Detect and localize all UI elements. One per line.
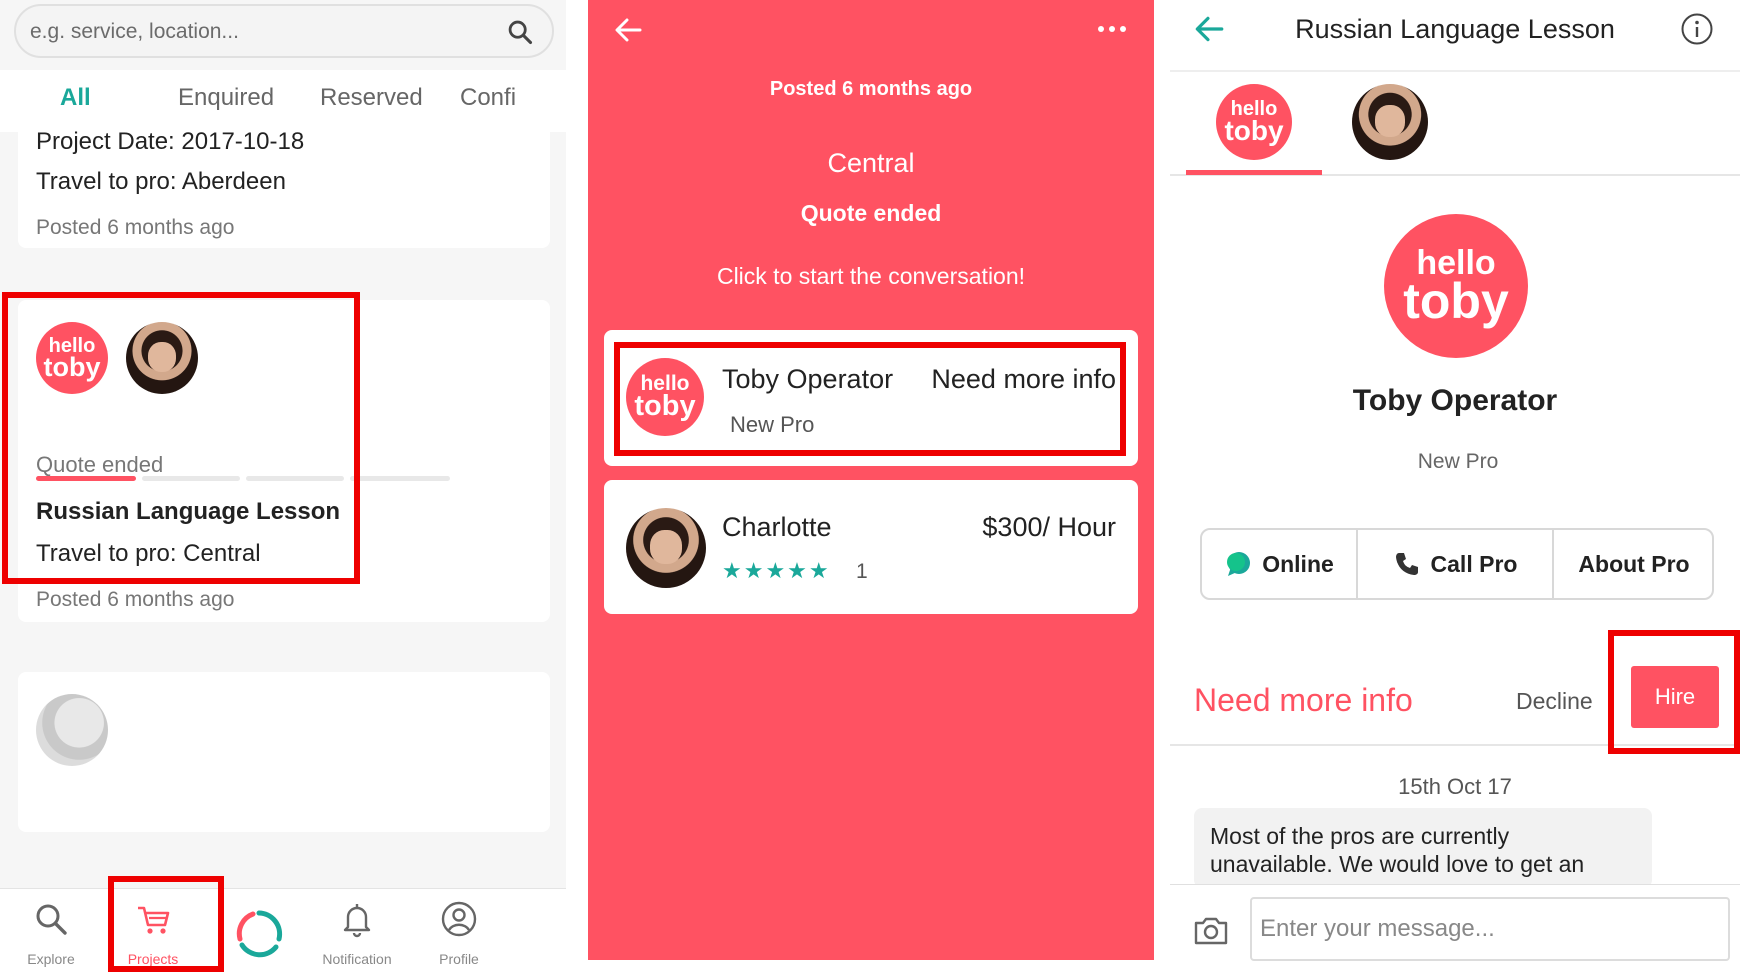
pro-name: Charlotte — [722, 512, 832, 542]
message-input[interactable] — [1250, 897, 1730, 961]
nav-label: Profile — [439, 951, 479, 967]
search-icon[interactable] — [506, 18, 534, 46]
project-date: Project Date: 2017-10-18 — [36, 128, 305, 155]
highlight-box — [108, 876, 224, 972]
more-options-icon[interactable] — [1096, 18, 1128, 40]
pro-subtitle: New Pro — [1417, 450, 1499, 473]
quote-status: Quote ended — [800, 200, 942, 226]
active-tab-indicator — [1186, 170, 1322, 175]
tab-reserved[interactable]: Reserved — [320, 84, 423, 112]
message-date: 15th Oct 17 — [1398, 774, 1512, 799]
project-card-aberdeen[interactable]: Project Date: 2017-10-18 Travel to pro: … — [18, 122, 550, 248]
tab-all[interactable]: All — [60, 84, 91, 112]
tab-enquired[interactable]: Enquired — [178, 84, 274, 112]
chat-bubble-icon — [1227, 552, 1251, 576]
profile-icon — [441, 901, 477, 937]
nav-profile[interactable]: Profile — [409, 889, 509, 980]
logo-text-toby: toby — [1403, 272, 1509, 329]
project-detail-panel: Posted 6 months ago Central Quote ended … — [588, 0, 1154, 960]
project-location: Central — [827, 148, 915, 178]
call-pro-button[interactable]: Call Pro — [1358, 530, 1554, 598]
pro-rate: $300/ Hour — [982, 512, 1116, 542]
progress-segment-4 — [350, 476, 450, 481]
nav-notification[interactable]: Notification — [307, 889, 407, 980]
online-button[interactable]: Online — [1202, 530, 1358, 598]
search-bar[interactable] — [14, 4, 554, 58]
call-pro-label: Call Pro — [1430, 550, 1518, 577]
nav-label: Explore — [27, 951, 75, 967]
conversation-prompt: Click to start the conversation! — [716, 263, 1026, 289]
message-composer — [1170, 884, 1740, 980]
pro-avatar[interactable] — [1352, 84, 1428, 160]
tab-confirmed[interactable]: Confi — [460, 84, 516, 112]
nav-label: Notification — [322, 951, 392, 967]
travel-to-pro: Travel to pro: Aberdeen — [36, 168, 286, 195]
project-card-partial[interactable] — [18, 672, 550, 832]
chat-panel: Russian Language Lesson hello toby hello… — [1170, 0, 1740, 980]
quote-status: Need more info — [1194, 682, 1413, 718]
highlight-box — [2, 292, 360, 584]
posted-time: Posted 6 months ago — [36, 216, 235, 239]
participant-tabs: hello toby — [1170, 72, 1740, 176]
project-image — [36, 694, 108, 766]
logo-text-toby: toby — [1224, 115, 1284, 147]
nav-explore[interactable]: Explore — [1, 889, 101, 980]
posted-time: Posted 6 months ago — [769, 78, 973, 100]
back-arrow-icon[interactable] — [612, 14, 644, 46]
posted-time: Posted 6 months ago — [36, 588, 235, 611]
info-icon[interactable] — [1680, 12, 1714, 46]
highlight-box — [614, 342, 1126, 456]
search-icon — [36, 904, 67, 935]
decline-button[interactable]: Decline — [1516, 688, 1593, 715]
online-label: Online — [1262, 550, 1334, 577]
pro-card-charlotte[interactable]: Charlotte ★★★★★ 1 $300/ Hour — [604, 480, 1138, 614]
phone-icon — [1395, 553, 1418, 575]
chat-message: Most of the pros are currently unavailab… — [1194, 808, 1652, 888]
highlight-box — [1608, 630, 1740, 754]
bottom-nav: Explore Projects Notification Profile — [0, 888, 566, 980]
hellotoby-logo[interactable]: hello toby — [1216, 84, 1292, 160]
hellotoby-logo-large: hello toby — [1384, 214, 1528, 358]
about-pro-label: About Pro — [1578, 550, 1690, 577]
chat-header: Russian Language Lesson — [1170, 0, 1740, 72]
bell-icon — [343, 904, 371, 938]
pro-action-segment: Online Call Pro About Pro — [1200, 528, 1714, 600]
loading-ring-icon — [236, 910, 283, 958]
pro-avatar — [626, 508, 706, 588]
projects-panel: All Enquired Reserved Confi Project Date… — [0, 0, 566, 980]
star-rating: ★★★★★ — [722, 558, 831, 583]
chat-title: Russian Language Lesson — [1295, 14, 1615, 44]
search-input[interactable] — [30, 16, 490, 48]
review-count: 1 — [856, 560, 868, 583]
message-text: Most of the pros are currently unavailab… — [1210, 823, 1585, 877]
camera-icon[interactable] — [1192, 915, 1230, 947]
about-pro-button[interactable]: About Pro — [1554, 530, 1714, 598]
pro-name: Toby Operator — [1352, 384, 1558, 417]
